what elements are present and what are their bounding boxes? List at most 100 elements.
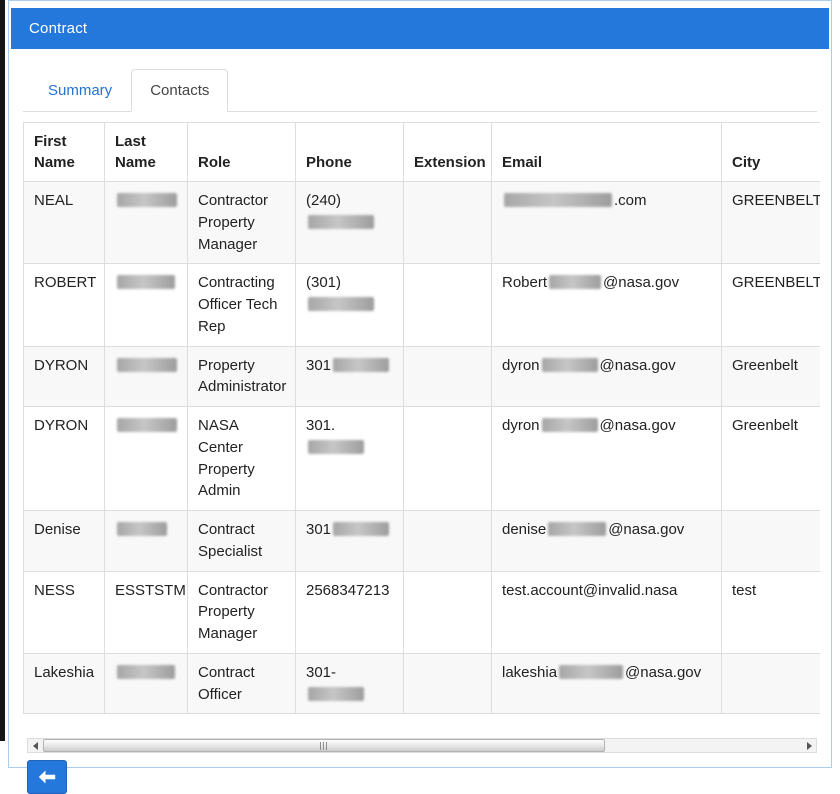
table-row: Lakeshia Contract Officer 301- lakeshia @nas… (24, 653, 821, 714)
cell-text: (301) (306, 274, 341, 291)
cell-text: test.account@invalid.nasa (502, 582, 677, 599)
cell-phone: (240) (296, 182, 404, 264)
column-header-city: City (722, 123, 821, 182)
cell-text: lakeshia (502, 664, 557, 681)
cell-text: .com (614, 192, 647, 209)
cell-text: Lakeshia (34, 664, 94, 681)
scrollbar-thumb[interactable] (43, 739, 605, 752)
cell-text: Greenbelt (732, 357, 798, 374)
cell-text: NASA Center Property Admin (198, 417, 255, 499)
panel-titlebar: Contract (11, 8, 829, 49)
redacted-text (117, 522, 167, 536)
panel-content: SummaryContacts First NameLast NameRoleP… (9, 69, 831, 794)
table-row: NESS ESSTSTM Contractor Property Manager 25… (24, 571, 821, 653)
cell-text: Contractor Property Manager (198, 582, 268, 643)
back-button[interactable] (27, 760, 67, 794)
cell-email: Robert@nasa.gov (492, 264, 722, 346)
scroll-right-button[interactable] (802, 739, 816, 752)
redacted-text (559, 665, 623, 679)
cell-phone: 301 (296, 346, 404, 407)
cell-phone: 301- (296, 653, 404, 714)
cell-email: test.account@invalid.nasa (492, 571, 722, 653)
cell-text: 2568347213 (306, 582, 389, 599)
redacted-text (333, 522, 389, 536)
horizontal-scrollbar[interactable] (27, 738, 817, 753)
tab-contacts[interactable]: Contacts (131, 69, 228, 112)
table-row: ROBERTContracting Officer Tech Rep(301)R… (24, 264, 821, 346)
contacts-table: First NameLast NameRolePhoneExtensionEma… (23, 122, 820, 714)
cell-phone: 301 (296, 511, 404, 572)
cell-extension (404, 346, 492, 407)
cell-text: Greenbelt (732, 417, 798, 434)
cell-email: denise @nasa.gov (492, 511, 722, 572)
redacted-text (549, 275, 601, 289)
cell-first_name: DYRON (24, 346, 105, 407)
background-window-edge (0, 0, 5, 741)
cell-text: (240) (306, 192, 341, 209)
cell-extension (404, 407, 492, 511)
cell-role: Contractor Property Manager (188, 182, 296, 264)
redacted-text (308, 440, 364, 454)
cell-role: Contract Specialist (188, 511, 296, 572)
cell-extension (404, 653, 492, 714)
cell-text: 301 (306, 521, 331, 538)
table-body: NEAL Contractor Property Manager (240) .com… (24, 182, 821, 714)
cell-email: dyron @nasa.gov (492, 346, 722, 407)
redacted-text (117, 418, 177, 432)
cell-text: NEAL (34, 192, 73, 209)
cell-text: test (732, 582, 756, 599)
cell-city (722, 653, 821, 714)
redacted-text (308, 215, 374, 229)
cell-role: Contracting Officer Tech Rep (188, 264, 296, 346)
cell-extension (404, 182, 492, 264)
redacted-text (548, 522, 606, 536)
redacted-text (308, 297, 374, 311)
cell-text: Robert (502, 274, 547, 291)
cell-text: @nasa.gov (608, 521, 684, 538)
table-header: First NameLast NameRolePhoneExtensionEma… (24, 123, 821, 182)
column-header-first_name: First Name (24, 123, 105, 182)
column-header-role: Role (188, 123, 296, 182)
cell-text: ESSTSTM (115, 582, 186, 599)
cell-text: dyron (502, 357, 540, 374)
cell-email: dyron@nasa.gov (492, 407, 722, 511)
cell-text: Denise (34, 521, 81, 538)
table-viewport: First NameLast NameRolePhoneExtensionEma… (23, 122, 820, 714)
cell-last_name (105, 346, 188, 407)
cell-role: Contract Officer (188, 653, 296, 714)
cell-text: @nasa.gov (600, 417, 676, 434)
cell-last_name (105, 511, 188, 572)
redacted-text (117, 193, 177, 207)
cell-text: @nasa.gov (625, 664, 701, 681)
cell-text: @nasa.gov (600, 357, 676, 374)
cell-first_name: Denise (24, 511, 105, 572)
scroll-left-icon (33, 742, 38, 750)
cell-text: Property Administrator (198, 357, 286, 396)
cell-text: NESS (34, 582, 75, 599)
cell-text: DYRON (34, 417, 88, 434)
cell-email: lakeshia @nasa.gov (492, 653, 722, 714)
cell-text: GREENBELT (732, 192, 820, 209)
left-arrow-icon (38, 770, 56, 784)
cell-city: GREENBELT (722, 264, 821, 346)
cell-last_name (105, 264, 188, 346)
cell-role: NASA Center Property Admin (188, 407, 296, 511)
cell-first_name: NESS (24, 571, 105, 653)
redacted-text (333, 358, 389, 372)
cell-last_name (105, 182, 188, 264)
scroll-right-icon (807, 742, 812, 750)
cell-text: denise (502, 521, 546, 538)
cell-first_name: Lakeshia (24, 653, 105, 714)
cell-role: Contractor Property Manager (188, 571, 296, 653)
cell-text: 301- (306, 664, 336, 681)
cell-phone: 301. (296, 407, 404, 511)
redacted-text (117, 665, 175, 679)
cell-city: Greenbelt (722, 407, 821, 511)
table-row: Denise Contract Specialist 301 denise @nasa.… (24, 511, 821, 572)
tab-summary[interactable]: Summary (29, 69, 131, 112)
table-row: DYRON NASA Center Property Admin 301. dyron… (24, 407, 821, 511)
scroll-left-button[interactable] (28, 739, 42, 752)
cell-city (722, 511, 821, 572)
table-row: DYRON Property Administrator 301 dyron @nasa… (24, 346, 821, 407)
scrollbar-track[interactable] (42, 739, 802, 752)
